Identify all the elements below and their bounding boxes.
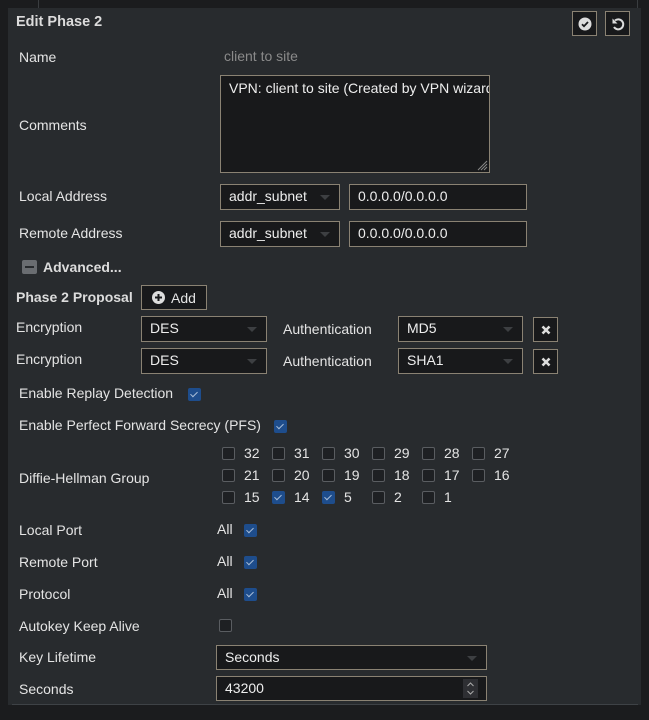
dh-group-checkbox[interactable]	[422, 469, 435, 482]
dh-group-label: Diffie-Hellman Group	[19, 470, 150, 486]
seconds-label: Seconds	[19, 681, 74, 697]
dh-group-checkbox[interactable]	[422, 447, 435, 460]
autokey-checkbox[interactable]	[219, 619, 232, 632]
protocol-label: Protocol	[19, 586, 71, 602]
protocol-all-checkbox[interactable]	[244, 588, 257, 601]
encryption-label: Encryption	[16, 351, 83, 367]
spinner-arrows-icon	[467, 682, 474, 695]
seconds-input[interactable]: 43200	[216, 676, 487, 701]
seconds-spinner[interactable]	[463, 679, 478, 698]
close-icon	[541, 325, 550, 334]
dh-group-number: 30	[344, 445, 360, 461]
local-port-all-label: All	[217, 521, 233, 537]
authentication-label: Authentication	[283, 321, 372, 337]
dh-group-checkbox[interactable]	[272, 491, 285, 504]
dh-group-checkbox[interactable]	[272, 447, 285, 460]
add-proposal-button[interactable]: Add	[141, 285, 207, 310]
check-circle-icon	[578, 17, 591, 30]
divider	[12, 704, 638, 705]
dh-group-checkbox[interactable]	[422, 491, 435, 504]
dh-group-number: 2	[394, 489, 402, 505]
replay-detection-label: Enable Replay Detection	[19, 385, 174, 401]
local-port-all-checkbox[interactable]	[244, 524, 257, 537]
remote-address-input[interactable]: 0.0.0.0/0.0.0.0	[349, 221, 527, 247]
comments-label: Comments	[19, 117, 87, 133]
encryption-select[interactable]: DES	[141, 348, 267, 374]
dh-group-number: 19	[344, 467, 360, 483]
dh-group-number: 27	[494, 445, 510, 461]
local-address-label: Local Address	[19, 188, 107, 204]
dh-group-checkbox[interactable]	[472, 469, 485, 482]
protocol-all-label: All	[217, 585, 233, 601]
encryption-select[interactable]: DES	[141, 316, 267, 342]
dh-group-checkbox[interactable]	[222, 469, 235, 482]
dh-group-checkbox[interactable]	[372, 447, 385, 460]
save-button[interactable]	[572, 11, 597, 36]
remote-address-type-select[interactable]: addr_subnet	[220, 221, 340, 247]
resize-handle-icon[interactable]	[477, 160, 488, 171]
dh-group-checkbox[interactable]	[372, 491, 385, 504]
dh-group-number: 15	[244, 489, 260, 505]
phase2-proposal-label: Phase 2 Proposal	[16, 289, 133, 305]
dh-group-number: 16	[494, 467, 510, 483]
dh-group-number: 18	[394, 467, 410, 483]
pfs-checkbox[interactable]	[274, 420, 287, 433]
dh-group-number: 14	[294, 489, 310, 505]
dh-group-number: 5	[344, 489, 352, 505]
add-label: Add	[171, 289, 196, 306]
replay-detection-checkbox[interactable]	[188, 388, 201, 401]
name-value: client to site	[224, 48, 298, 64]
dialog-title: Edit Phase 2	[16, 14, 103, 30]
dh-group-checkbox[interactable]	[372, 469, 385, 482]
undo-icon	[612, 17, 624, 30]
dh-group-checkbox[interactable]	[472, 447, 485, 460]
local-port-label: Local Port	[19, 522, 83, 538]
revert-button[interactable]	[605, 11, 630, 36]
remote-port-all-label: All	[217, 553, 233, 569]
remove-proposal-button[interactable]	[533, 349, 558, 374]
dh-group-number: 32	[244, 445, 260, 461]
dh-group-number: 29	[394, 445, 410, 461]
dh-group-checkbox[interactable]	[322, 491, 335, 504]
comments-textarea[interactable]: VPN: client to site (Created by VPN wiza…	[220, 75, 490, 173]
advanced-toggle[interactable]: Advanced...	[43, 259, 122, 275]
remove-proposal-button[interactable]	[533, 317, 558, 342]
authentication-select[interactable]: SHA1	[398, 348, 523, 374]
dh-group-number: 21	[244, 467, 260, 483]
authentication-label: Authentication	[283, 353, 372, 369]
minus-square-icon[interactable]	[22, 260, 37, 274]
key-lifetime-label: Key Lifetime	[19, 649, 97, 665]
dh-group-checkbox[interactable]	[222, 447, 235, 460]
dh-group-number: 20	[294, 467, 310, 483]
dh-group-number: 31	[294, 445, 310, 461]
remote-address-label: Remote Address	[19, 225, 123, 241]
plus-circle-icon	[152, 291, 166, 304]
autokey-label: Autokey Keep Alive	[19, 618, 140, 634]
encryption-label: Encryption	[16, 319, 83, 335]
dh-group-checkbox[interactable]	[322, 447, 335, 460]
dh-group-number: 1	[444, 489, 452, 505]
dh-group-number: 17	[444, 467, 460, 483]
local-address-input[interactable]: 0.0.0.0/0.0.0.0	[349, 184, 527, 210]
remote-port-label: Remote Port	[19, 554, 98, 570]
authentication-select[interactable]: MD5	[398, 316, 523, 342]
dh-group-number: 28	[444, 445, 460, 461]
dh-group-checkbox[interactable]	[222, 491, 235, 504]
local-address-type-select[interactable]: addr_subnet	[220, 184, 340, 210]
name-label: Name	[19, 49, 57, 65]
key-lifetime-select[interactable]: Seconds	[216, 645, 487, 670]
dh-group-checkbox[interactable]	[272, 469, 285, 482]
close-icon	[541, 357, 550, 366]
pfs-label: Enable Perfect Forward Secrecy (PFS)	[19, 417, 261, 433]
divider	[38, 0, 39, 8]
divider	[637, 0, 638, 8]
remote-port-all-checkbox[interactable]	[244, 556, 257, 569]
dh-group-checkbox[interactable]	[322, 469, 335, 482]
